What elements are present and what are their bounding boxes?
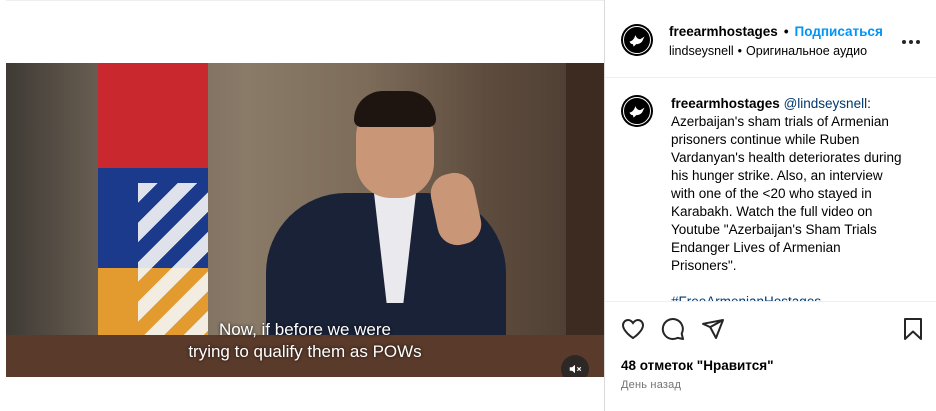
post-sidebar: freearmhostages • Подписаться lindseysne…: [605, 0, 936, 411]
caption-section: freearmhostages @lindseysnell: Azerbaija…: [605, 79, 936, 302]
more-options-button[interactable]: [899, 30, 923, 54]
audio-row: lindseysnell • Оригинальное аудио: [669, 44, 867, 58]
comment-icon: [661, 318, 684, 341]
subtitle-line-1: Now, if before we were: [219, 320, 391, 339]
instagram-post-page: Now, if before we were trying to qualify…: [0, 0, 936, 411]
audio-separator: •: [737, 44, 743, 58]
send-icon: [702, 319, 724, 339]
share-button[interactable]: [699, 315, 727, 343]
comment-button[interactable]: [659, 315, 687, 343]
post-caption: freearmhostages @lindseysnell: Azerbaija…: [671, 95, 907, 301]
media-column: Now, if before we were trying to qualify…: [6, 0, 604, 411]
dove-logo-icon: [629, 35, 645, 47]
more-horizontal-icon: [902, 40, 920, 44]
action-bar: [605, 315, 936, 343]
post-author-username[interactable]: freearmhostages: [669, 24, 778, 39]
speaker-muted-icon: [569, 364, 582, 374]
bookmark-icon: [904, 318, 922, 340]
caption-hashtag[interactable]: #FreeArmenianHostages: [671, 293, 907, 301]
post-header: freearmhostages • Подписаться lindseysne…: [605, 0, 936, 78]
caption-text: : Azerbaijan's sham trials of Armenian p…: [671, 96, 902, 273]
mute-button[interactable]: [561, 355, 589, 377]
caption-username[interactable]: freearmhostages: [671, 96, 780, 111]
follow-button[interactable]: Подписаться: [795, 24, 883, 39]
likes-count[interactable]: 48 отметок "Нравится": [621, 358, 774, 373]
caption-avatar[interactable]: [621, 95, 653, 127]
heart-icon: [621, 318, 645, 340]
save-button[interactable]: [899, 315, 927, 343]
header-dot: •: [783, 24, 789, 39]
subtitle-line-2: trying to qualify them as POWs: [188, 342, 422, 361]
audio-username[interactable]: lindseysnell: [669, 44, 734, 58]
avatar[interactable]: [621, 24, 653, 56]
post-timestamp[interactable]: День назад: [621, 379, 681, 391]
post-video[interactable]: Now, if before we were trying to qualify…: [6, 63, 604, 377]
header-title-row: freearmhostages • Подписаться: [669, 24, 883, 39]
like-button[interactable]: [619, 315, 647, 343]
original-audio-link[interactable]: Оригинальное аудио: [746, 44, 867, 58]
dove-logo-icon: [629, 106, 645, 118]
caption-mention[interactable]: @lindseysnell: [784, 96, 868, 111]
video-subtitle: Now, if before we were trying to qualify…: [6, 319, 604, 363]
